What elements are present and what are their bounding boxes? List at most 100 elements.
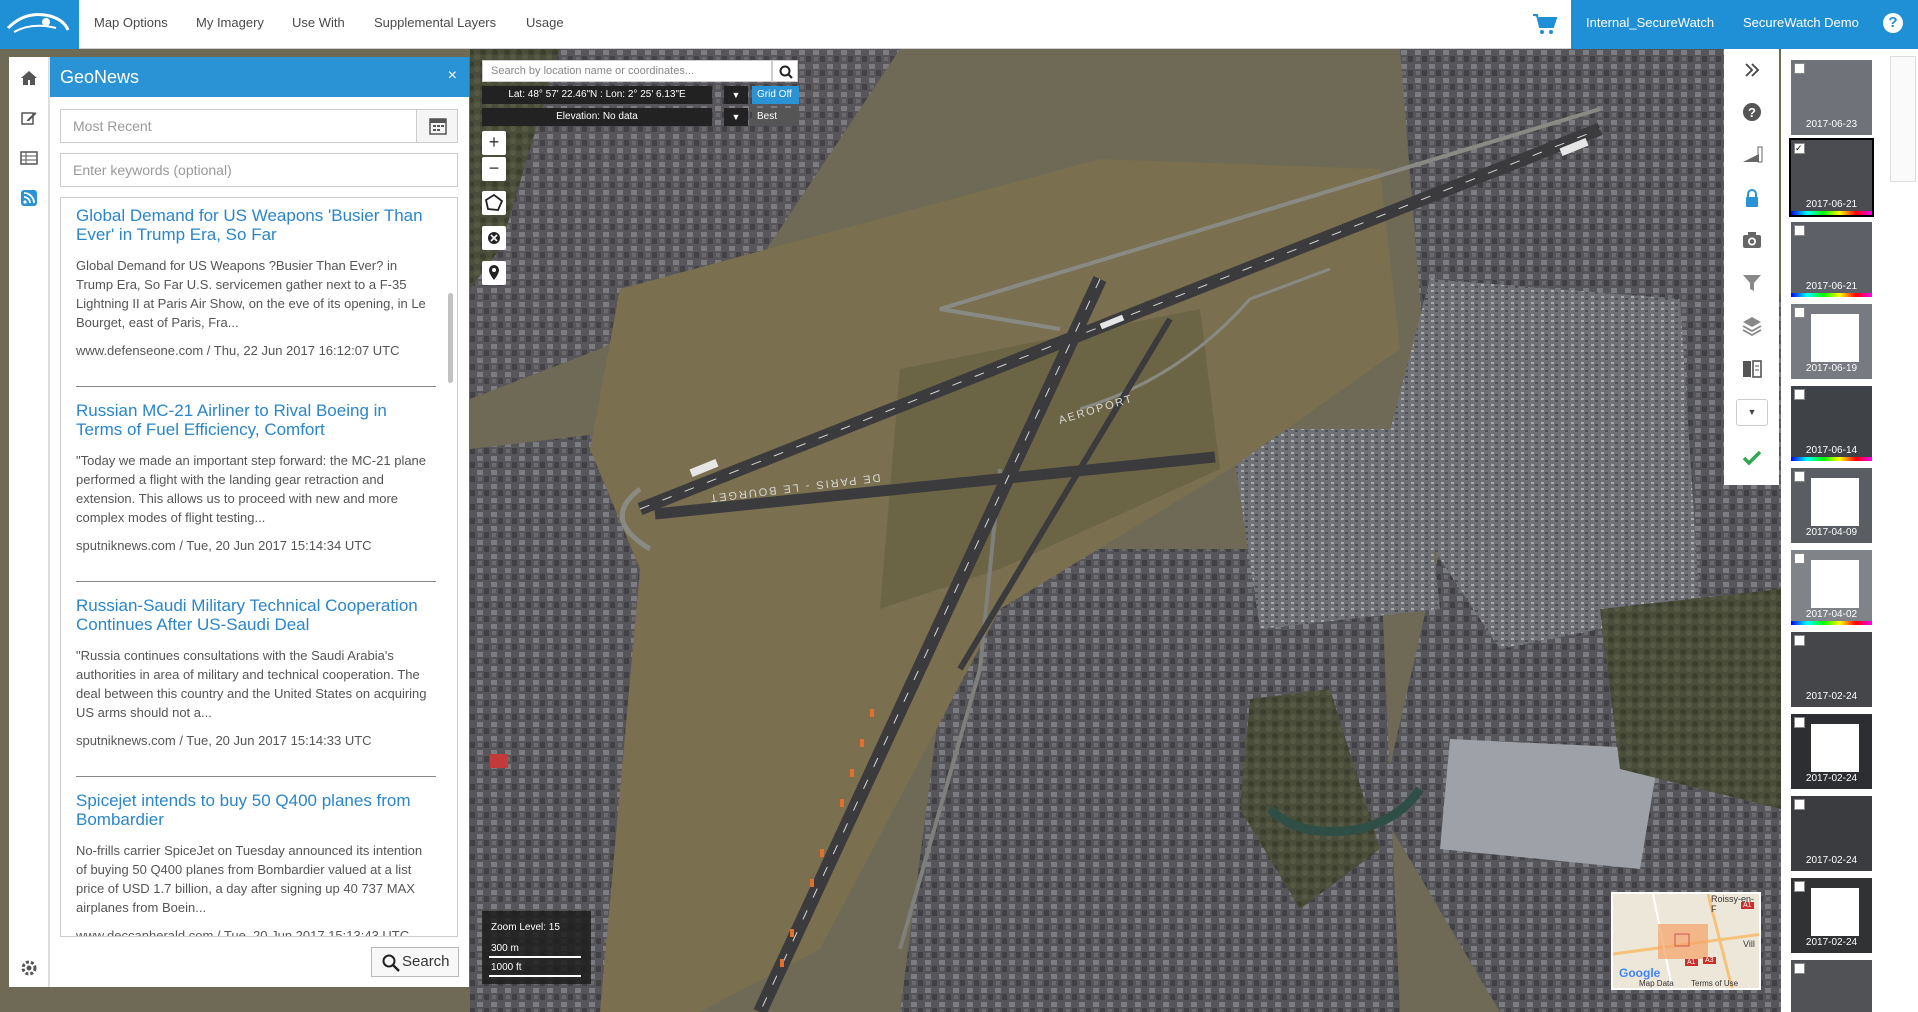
more-tools-dropdown[interactable]: ▼ xyxy=(1736,399,1768,426)
thumbnail-checkbox[interactable] xyxy=(1794,225,1805,236)
thumbnail-checkbox[interactable] xyxy=(1794,717,1805,728)
imagery-thumbnail[interactable]: ✓ 2017-06-21 xyxy=(1789,138,1874,217)
date-filter-input[interactable]: Most Recent xyxy=(60,109,417,143)
thumbnail-checkbox[interactable] xyxy=(1794,63,1805,74)
minimap-map-data-link[interactable]: Map Data xyxy=(1639,979,1674,988)
overview-minimap[interactable]: Roissy-en-F A1 Vill A1 A3 Google Map Dat… xyxy=(1611,892,1761,990)
thumbnail-date: 2017-06-21 xyxy=(1805,281,1858,292)
thumbnail-date: 2017-06-19 xyxy=(1805,363,1858,374)
thumbnail-cloud-mask xyxy=(1811,560,1859,608)
coordinates-dropdown[interactable]: ▼ xyxy=(724,86,748,104)
article-title-link[interactable]: Russian MC-21 Airliner to Rival Boeing i… xyxy=(76,401,436,439)
thumbnail-checkbox[interactable] xyxy=(1794,635,1805,646)
nav-supplemental-layers[interactable]: Supplemental Layers xyxy=(374,0,496,49)
strip-scroll-control[interactable] xyxy=(1890,56,1916,182)
calendar-button[interactable] xyxy=(416,109,458,143)
account-menu[interactable]: Internal_SecureWatch xyxy=(1586,0,1714,49)
thumbnail-checkbox[interactable] xyxy=(1794,307,1805,318)
help-circle-icon[interactable]: ? xyxy=(1741,101,1763,123)
thumbnail-date: 2017-04-09 xyxy=(1805,527,1858,538)
thumbnail-date: 2017-02-24 xyxy=(1805,773,1858,784)
imagery-thumbnail[interactable]: 2017-04-02 xyxy=(1791,550,1872,625)
minimap-road-a1: A1 xyxy=(1741,902,1754,909)
geonews-title: GeoNews xyxy=(60,67,140,87)
geonews-header: GeoNews xyxy=(50,57,469,97)
nav-map-options[interactable]: Map Options xyxy=(94,0,168,49)
coordinates-readout: Lat: 48° 57' 22.46"N : Lon: 2° 25' 6.13"… xyxy=(482,86,712,104)
thumbnail-checkbox[interactable] xyxy=(1794,881,1805,892)
location-search-button[interactable] xyxy=(772,60,798,82)
logo[interactable] xyxy=(0,0,79,49)
lock-icon[interactable] xyxy=(1741,187,1763,209)
thumbnail-cloud-mask xyxy=(1811,314,1859,362)
layers-icon[interactable] xyxy=(1741,315,1763,337)
thumbnail-checkbox[interactable] xyxy=(1794,471,1805,482)
nav-my-imagery[interactable]: My Imagery xyxy=(196,0,264,49)
thumbnail-checkbox[interactable] xyxy=(1794,799,1805,810)
scale-bar-meters xyxy=(489,956,581,958)
keywords-input[interactable]: Enter keywords (optional) xyxy=(60,153,458,187)
filter-icon[interactable] xyxy=(1741,272,1763,294)
article-source: sputniknews.com / Tue, 20 Jun 2017 15:14… xyxy=(76,538,372,553)
table-icon[interactable] xyxy=(20,149,38,167)
compare-icon[interactable] xyxy=(1741,358,1763,380)
news-list[interactable]: Global Demand for US Weapons 'Busier Tha… xyxy=(60,197,458,937)
grid-toggle-button[interactable]: Grid Off xyxy=(752,86,799,104)
news-list-scrollbar[interactable] xyxy=(448,293,453,383)
top-navbar: Map Options My Imagery Use With Suppleme… xyxy=(0,0,1918,49)
home-icon[interactable] xyxy=(20,69,38,87)
clear-shapes-button[interactable] xyxy=(482,226,506,250)
help-icon[interactable]: ? xyxy=(1883,13,1903,33)
imagery-thumbnail[interactable]: 2017-06-19 xyxy=(1791,304,1872,379)
left-tool-rail xyxy=(9,57,49,987)
location-search-input[interactable]: Search by location name or coordinates..… xyxy=(482,60,772,82)
thumbnail-checkbox[interactable] xyxy=(1794,389,1805,400)
thumbnail-checkbox[interactable] xyxy=(1794,553,1805,564)
elevation-dropdown[interactable]: ▼ xyxy=(724,108,748,126)
article-source: www.deccanherald.com / Tue, 20 Jun 2017 … xyxy=(76,928,410,937)
article-title-link[interactable]: Global Demand for US Weapons 'Busier Tha… xyxy=(76,206,436,244)
demo-menu[interactable]: SecureWatch Demo xyxy=(1743,0,1859,49)
news-article: Spicejet intends to buy 50 Q400 planes f… xyxy=(76,791,436,937)
place-marker-button[interactable] xyxy=(482,261,506,285)
edit-icon[interactable] xyxy=(20,109,38,127)
imagery-thumbnail[interactable]: 2017-02-24 xyxy=(1791,878,1872,953)
google-logo: Google xyxy=(1619,966,1661,980)
article-title-link[interactable]: Russian-Saudi Military Technical Coopera… xyxy=(76,596,436,634)
minimap-vill-label: Vill xyxy=(1743,939,1755,949)
article-source: sputniknews.com / Tue, 20 Jun 2017 15:14… xyxy=(76,733,372,748)
imagery-thumbnail[interactable]: 2017-02-24 xyxy=(1791,796,1872,871)
draw-polygon-button[interactable] xyxy=(482,191,506,215)
imagery-thumbnail[interactable] xyxy=(1791,960,1872,1012)
nav-use-with[interactable]: Use With xyxy=(292,0,345,49)
camera-icon[interactable] xyxy=(1741,229,1763,251)
imagery-thumbnail[interactable]: 2017-02-24 xyxy=(1791,714,1872,789)
best-imagery-button[interactable]: Best xyxy=(752,108,799,126)
imagery-thumbnail[interactable]: 2017-06-23 xyxy=(1791,60,1872,135)
article-title-link[interactable]: Spicejet intends to buy 50 Q400 planes f… xyxy=(76,791,436,829)
thumbnail-color-bar xyxy=(1791,293,1872,297)
zoom-out-button[interactable]: − xyxy=(482,157,506,181)
elevation-readout: Elevation: No data xyxy=(482,108,712,126)
chevron-down-icon: ▼ xyxy=(731,112,741,122)
thumbnail-checkbox[interactable]: ✓ xyxy=(1794,143,1805,154)
imagery-thumbnail[interactable]: 2017-02-24 xyxy=(1791,632,1872,707)
search-button[interactable]: Search xyxy=(371,947,459,977)
polygon-icon xyxy=(484,193,504,211)
minimap-terms-link[interactable]: Terms of Use xyxy=(1691,979,1738,988)
thumbnail-checkbox[interactable] xyxy=(1794,963,1805,974)
rss-feed-icon[interactable] xyxy=(20,189,38,207)
nav-usage[interactable]: Usage xyxy=(526,0,564,49)
collapse-double-chevron-icon[interactable] xyxy=(1741,59,1763,81)
thumbnail-date: 2017-04-02 xyxy=(1805,609,1858,620)
checkmark-icon[interactable] xyxy=(1741,447,1763,469)
imagery-thumbnail[interactable]: 2017-06-21 xyxy=(1791,222,1872,297)
imagery-thumbnail[interactable]: 2017-04-09 xyxy=(1791,468,1872,543)
cart-icon[interactable] xyxy=(1532,12,1558,36)
article-divider xyxy=(76,776,436,777)
settings-gear-icon[interactable] xyxy=(20,959,38,977)
close-icon[interactable]: × xyxy=(448,67,457,85)
imagery-thumbnail[interactable]: 2017-06-14 xyxy=(1791,386,1872,461)
opacity-slider-icon[interactable] xyxy=(1741,144,1763,166)
zoom-in-button[interactable]: + xyxy=(482,131,506,155)
